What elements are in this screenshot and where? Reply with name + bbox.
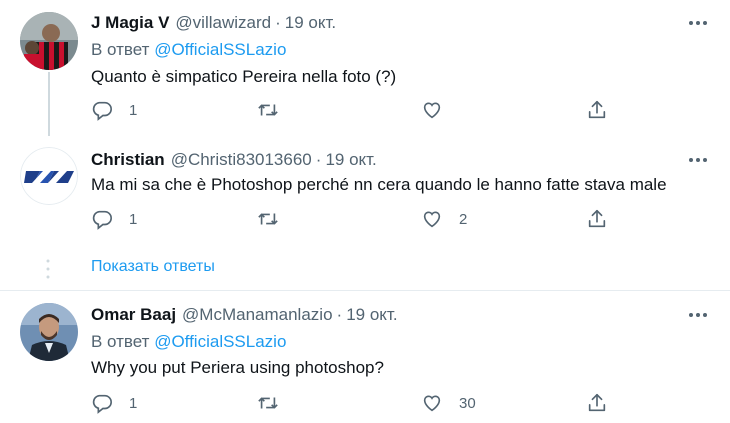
more-icon[interactable]	[686, 13, 710, 33]
author-name[interactable]: J Magia V	[91, 13, 169, 32]
tweet-header: Christian @Christi83013660 · 19 окт.	[91, 150, 377, 170]
reply-to-prefix: В ответ	[91, 332, 150, 351]
tweet-date[interactable]: 19 окт.	[285, 13, 336, 32]
show-replies-link[interactable]: Показать ответы	[91, 258, 215, 276]
reply-button[interactable]: 1	[91, 392, 137, 414]
tweet-2[interactable]: Christian @Christi83013660 · 19 окт. Ma mi …	[0, 145, 730, 245]
reply-to-line: В ответ @OfficialSSLazio	[91, 40, 286, 60]
like-button[interactable]: 2	[421, 208, 467, 230]
tweet-header: J Magia V @villawizard · 19 окт.	[91, 13, 336, 33]
tweet-date[interactable]: 19 окт.	[325, 150, 376, 169]
reply-to-prefix: В ответ	[91, 40, 150, 59]
share-button[interactable]	[586, 208, 608, 230]
reply-count: 1	[129, 210, 138, 228]
reply-mention-link[interactable]: @OfficialSSLazio	[154, 332, 286, 351]
tweet-feed: J Magia V @villawizard · 19 окт. В ответ @O…	[0, 0, 730, 423]
heart-icon	[423, 395, 441, 412]
retweet-icon	[258, 104, 278, 116]
reply-mention-link[interactable]: @OfficialSSLazio	[154, 40, 286, 59]
tweet-text: Quanto è simpatico Pereira nella foto (?…	[91, 67, 397, 86]
heart-icon	[423, 102, 441, 119]
tweet-3[interactable]: Omar Baaj @McManamanlazio · 19 окт. В ответ…	[0, 291, 730, 423]
separator-dot: ·	[315, 150, 322, 169]
avatar[interactable]	[20, 303, 78, 361]
retweet-icon	[258, 213, 278, 225]
separator-dot: ·	[275, 13, 281, 32]
more-icon[interactable]	[686, 150, 710, 170]
author-name[interactable]: Christian	[91, 150, 165, 169]
reply-button[interactable]: 1	[91, 99, 137, 121]
separator-dot: ·	[336, 305, 343, 324]
reply-button[interactable]: 1	[91, 208, 137, 230]
retweet-button[interactable]	[256, 208, 280, 230]
author-handle[interactable]: @Christi83013660	[171, 150, 312, 169]
author-name[interactable]: Omar Baaj	[91, 305, 176, 324]
like-button[interactable]	[421, 99, 443, 121]
tweet-text: Ma mi sa che è Photoshop perché nn cera …	[91, 175, 667, 194]
reply-count: 1	[129, 101, 138, 119]
tweet-text: Why you put Periera using photoshop?	[91, 358, 384, 377]
more-icon[interactable]	[686, 305, 710, 325]
tweet-1[interactable]: J Magia V @villawizard · 19 окт. В ответ @O…	[0, 0, 730, 145]
reply-count: 1	[129, 394, 138, 412]
avatar[interactable]	[20, 12, 78, 70]
tweet-date[interactable]: 19 окт.	[346, 305, 397, 324]
retweet-button[interactable]	[256, 99, 280, 121]
reply-icon	[92, 394, 112, 414]
thread-continuation-dots	[46, 259, 50, 279]
reply-icon	[92, 101, 112, 121]
reply-icon	[92, 210, 112, 230]
share-icon	[588, 100, 606, 119]
share-icon	[588, 209, 606, 228]
share-icon	[588, 393, 606, 412]
share-button[interactable]	[586, 99, 608, 121]
author-handle[interactable]: @villawizard	[175, 13, 271, 32]
tweet-header: Omar Baaj @McManamanlazio · 19 окт.	[91, 305, 398, 325]
like-button[interactable]: 30	[421, 392, 476, 414]
share-button[interactable]	[586, 392, 608, 414]
like-count: 30	[459, 394, 476, 412]
avatar[interactable]	[20, 147, 78, 205]
author-handle[interactable]: @McManamanlazio	[182, 305, 332, 324]
thread-line	[48, 72, 50, 136]
retweet-icon	[258, 397, 278, 409]
retweet-button[interactable]	[256, 392, 280, 414]
like-count: 2	[459, 210, 468, 228]
heart-icon	[423, 211, 441, 228]
reply-to-line: В ответ @OfficialSSLazio	[91, 332, 286, 352]
